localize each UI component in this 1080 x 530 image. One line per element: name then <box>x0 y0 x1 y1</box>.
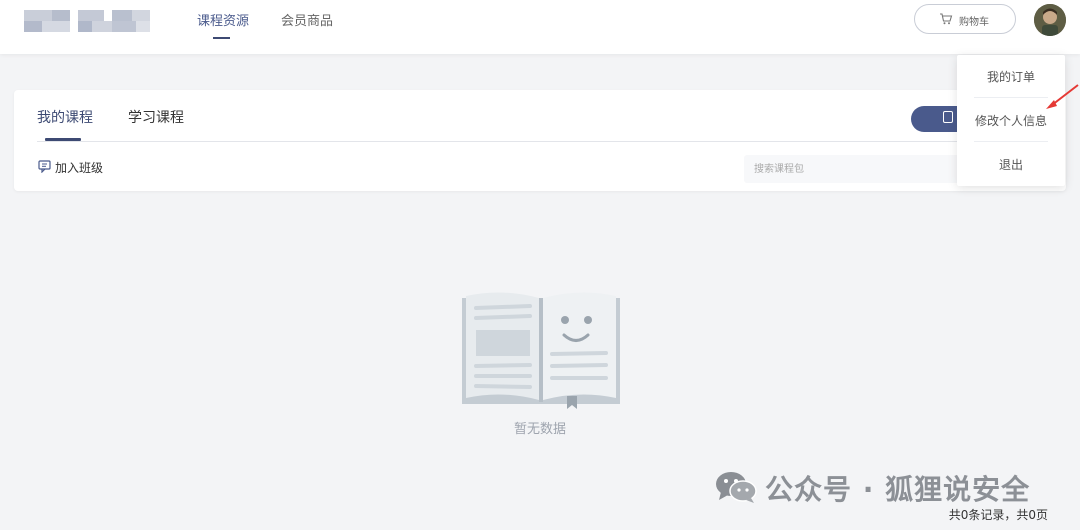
nav-active-indicator <box>213 37 230 39</box>
watermark-text: 公众号 · 狐狸说安全 <box>765 473 1031 506</box>
nav-member-products[interactable]: 会员商品 <box>281 10 333 29</box>
tab-divider <box>37 141 1044 142</box>
user-menu-dropdown: 我的订单 修改个人信息 退出 <box>957 55 1065 186</box>
cart-label: 购物车 <box>959 17 989 28</box>
empty-book-icon <box>462 292 620 409</box>
tab-study-courses[interactable]: 学习课程 <box>128 107 184 127</box>
top-header: 课程资源 会员商品 购物车 <box>0 0 1080 54</box>
cart-button[interactable]: 购物车 <box>914 4 1016 34</box>
menu-item-logout[interactable]: 退出 <box>957 156 1065 173</box>
join-class-icon <box>38 160 51 173</box>
document-icon <box>943 111 953 123</box>
nav-course-resources[interactable]: 课程资源 <box>197 10 249 29</box>
empty-state-text: 暂无数据 <box>513 422 566 437</box>
menu-divider <box>974 97 1048 98</box>
annotation-arrow-icon <box>1046 84 1079 109</box>
wechat-icon <box>716 472 757 503</box>
cart-icon <box>940 13 953 25</box>
menu-divider <box>974 141 1048 142</box>
user-avatar[interactable] <box>1034 4 1066 36</box>
tab-my-courses[interactable]: 我的课程 <box>37 107 93 127</box>
join-class-label: 加入班级 <box>55 161 104 175</box>
pagination-summary: 共0条记录，共0页 <box>948 508 1048 522</box>
course-panel: 我的课程 学习课程 加入班级 <box>14 90 1066 191</box>
menu-item-edit-profile[interactable]: 修改个人信息 <box>957 112 1065 129</box>
course-search-input[interactable] <box>744 155 984 183</box>
site-logo[interactable] <box>24 10 156 34</box>
